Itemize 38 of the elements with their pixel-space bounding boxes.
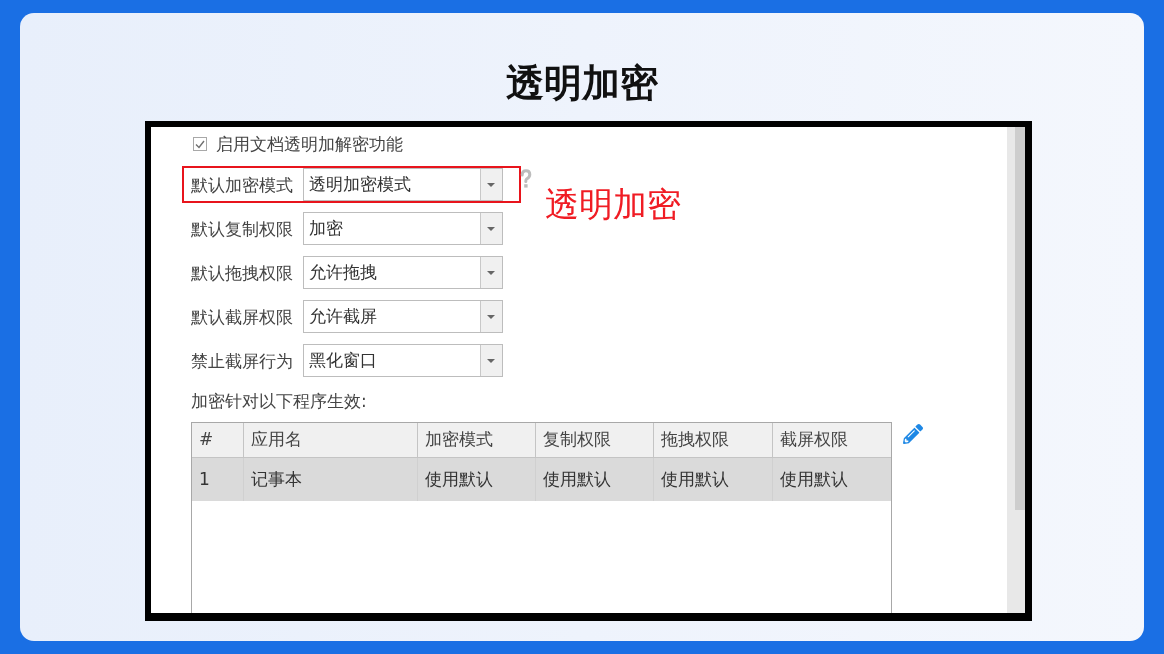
scrollbar-thumb[interactable] — [1015, 127, 1025, 510]
checkmark-icon — [195, 139, 205, 149]
annotation-text: 透明加密 — [545, 187, 681, 221]
field-label: 默认截屏权限 — [191, 306, 294, 327]
column-header[interactable]: 复制权限 — [536, 423, 654, 457]
slide-title: 透明加密 — [505, 60, 659, 106]
field-label: 默认加密模式 — [191, 174, 294, 195]
checkbox[interactable] — [193, 137, 207, 151]
table-cell: 记事本 — [244, 458, 418, 501]
field-label: 默认复制权限 — [191, 218, 294, 239]
column-header[interactable]: 拖拽权限 — [654, 423, 773, 457]
help-icon[interactable] — [520, 169, 532, 189]
dropdown[interactable]: 允许截屏 — [303, 300, 503, 333]
caret-icon[interactable] — [480, 169, 502, 200]
table-cell: 使用默认 — [654, 458, 773, 501]
dropdown[interactable]: 允许拖拽 — [303, 256, 503, 289]
table-cell-text: 使用默认 — [779, 467, 849, 491]
caret-icon[interactable] — [480, 213, 502, 244]
field-label: 禁止截屏行为 — [191, 350, 294, 371]
pencil-icon[interactable] — [903, 424, 923, 444]
scrollbar[interactable] — [1007, 127, 1025, 613]
caret-icon[interactable] — [480, 257, 502, 288]
caret-icon[interactable] — [480, 301, 502, 332]
checkbox-label: 启用文档透明加解密功能 — [216, 134, 403, 154]
column-header[interactable]: 加密模式 — [418, 423, 536, 457]
field-label: 默认拖拽权限 — [191, 262, 294, 283]
table-row[interactable]: 1 记事本 使用默认 使用默认 使用默认 使用默认 — [192, 458, 891, 501]
dropdown[interactable]: 加密 — [303, 212, 503, 245]
column-header[interactable]: # — [192, 423, 244, 457]
column-header[interactable]: 应用名 — [244, 423, 418, 457]
dropdown[interactable]: 透明加密模式 — [303, 168, 503, 201]
table-cell: 1 — [192, 458, 244, 501]
caret-icon[interactable] — [480, 345, 502, 376]
column-header[interactable]: 截屏权限 — [773, 423, 893, 457]
table-caption: 加密针对以下程序生效: — [191, 391, 367, 411]
dropdown[interactable]: 黑化窗口 — [303, 344, 503, 377]
table-cell: 使用默认 — [418, 458, 536, 501]
table-cell: 使用默认 — [536, 458, 654, 501]
